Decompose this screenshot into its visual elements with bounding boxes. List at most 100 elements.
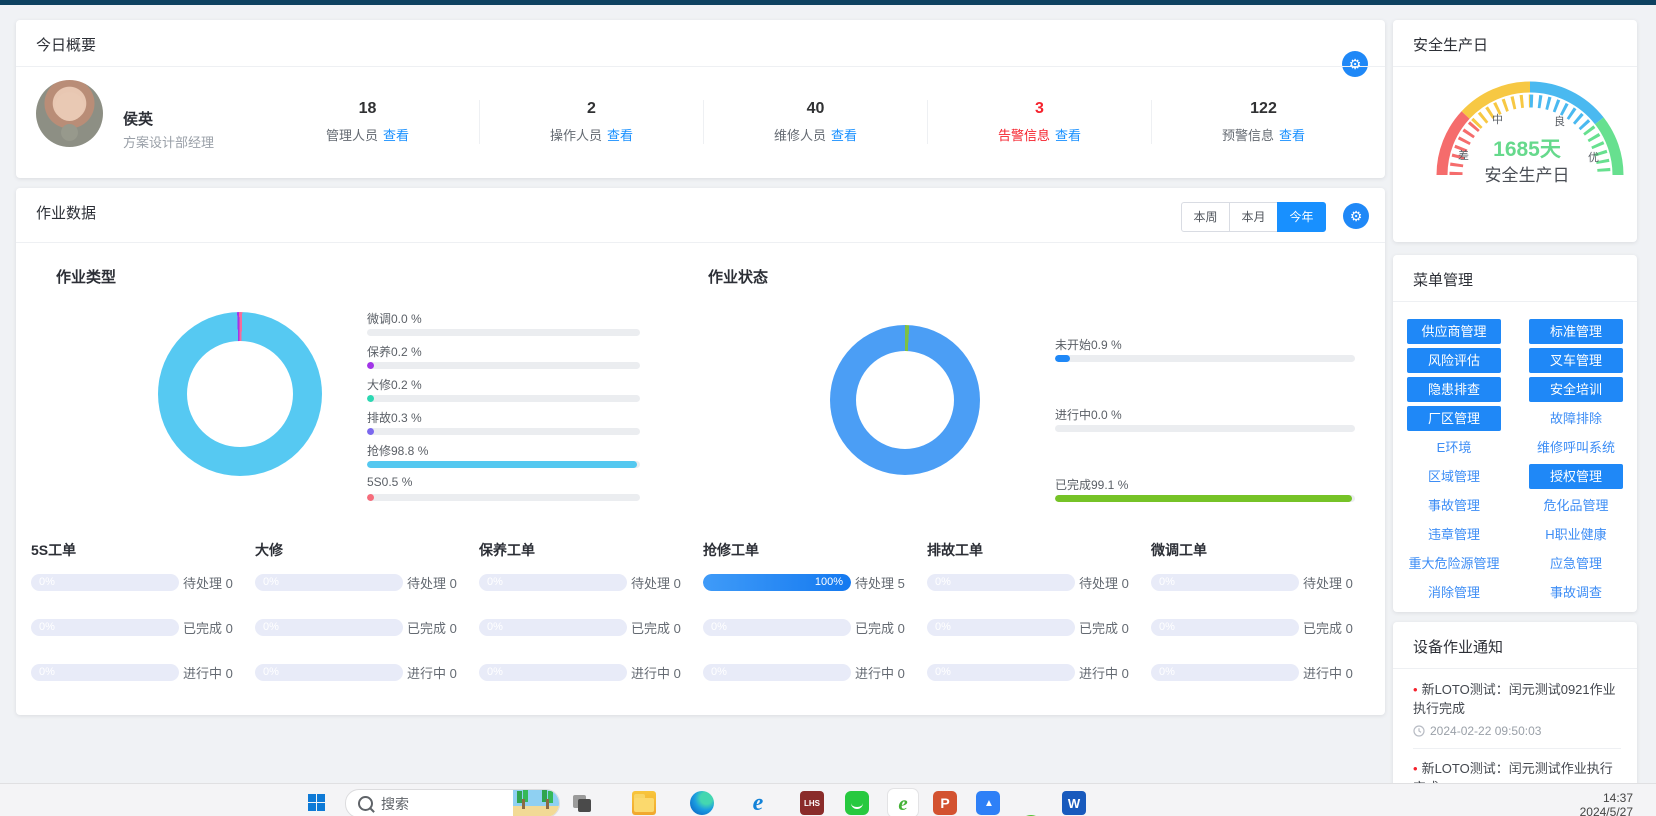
menu-button[interactable]: 事故调查 bbox=[1529, 580, 1623, 605]
work-order-row-label: 进行中 0 bbox=[1303, 663, 1353, 682]
lanhu-icon[interactable]: ▲ bbox=[976, 791, 1000, 815]
legend-bar bbox=[367, 395, 640, 402]
legend-bar bbox=[1055, 425, 1355, 432]
menu-grid: 供应商管理 标准管理风险评估 叉车管理隐患排查 安全培训厂区管理 故障排除 E环境 维修呼叫… bbox=[1393, 319, 1637, 605]
work-order-row-label: 待处理 0 bbox=[183, 573, 233, 592]
work-order-row: 100%待处理 5 bbox=[703, 574, 927, 591]
work-order-title: 保养工单 bbox=[479, 540, 703, 560]
work-order-title: 排故工单 bbox=[927, 540, 1151, 560]
menu-button[interactable]: 危化品管理 bbox=[1529, 493, 1623, 518]
progress-percent-label: 0% bbox=[39, 574, 55, 591]
taskbar-search-input[interactable]: 搜索 bbox=[345, 789, 560, 816]
work-data-card: 作业数据 本周 本月 今年 ⚙ 作业类型 作业状态 微调0.0 %保养0.2 %… bbox=[16, 188, 1385, 715]
menu-button[interactable]: 区域管理 bbox=[1407, 464, 1501, 489]
clock-date: 2024/5/27 bbox=[1580, 805, 1633, 816]
tab-this-year[interactable]: 今年 bbox=[1277, 202, 1326, 232]
360-browser-icon[interactable]: e bbox=[888, 789, 918, 816]
legend-bar-fill bbox=[367, 362, 374, 369]
progress-percent-label: 0% bbox=[711, 664, 727, 681]
divider bbox=[1393, 668, 1637, 669]
app-store-icon[interactable] bbox=[845, 791, 869, 815]
menu-button[interactable]: 违章管理 bbox=[1407, 522, 1501, 547]
view-link[interactable]: 查看 bbox=[1055, 128, 1081, 143]
legend-item: 微调0.0 % bbox=[367, 310, 640, 336]
today-overview-card: 今日概要 ⚙ 侯英 方案设计部经理 18 管理人员查看 2 操作人员查看 40 … bbox=[16, 20, 1385, 178]
legend-bar bbox=[367, 461, 640, 468]
work-order-row-label: 待处理 0 bbox=[1303, 573, 1353, 592]
divider bbox=[1413, 748, 1621, 749]
menu-button[interactable]: 厂区管理 bbox=[1407, 406, 1501, 431]
legend-label: 大修0.2 % bbox=[367, 376, 640, 391]
overview-title: 今日概要 bbox=[36, 34, 96, 55]
work-order-progressbar: 0% bbox=[1151, 574, 1299, 591]
tab-this-week[interactable]: 本周 bbox=[1181, 202, 1230, 232]
notice-item-text[interactable]: •新LOTO测试：闰元测试0921作业执行完成 bbox=[1413, 680, 1621, 718]
safety-gauge: 差 中 良 优 1685天 安全生产日 bbox=[1430, 75, 1630, 185]
menu-button[interactable]: H职业健康 bbox=[1529, 522, 1623, 547]
progress-percent-label: 0% bbox=[935, 619, 951, 636]
window-top-edge bbox=[0, 0, 1656, 5]
menu-button[interactable]: 重大危险源管理 bbox=[1407, 551, 1501, 576]
safety-days-value: 1685天 bbox=[1430, 133, 1624, 163]
menu-button[interactable]: 维修呼叫系统 bbox=[1529, 435, 1623, 460]
work-order-progressbar: 0% bbox=[927, 664, 1075, 681]
menu-button[interactable]: 叉车管理 bbox=[1529, 348, 1623, 373]
work-order-row: 0%已完成 0 bbox=[31, 619, 255, 636]
work-order-title: 5S工单 bbox=[31, 540, 255, 560]
gauge-scale-good: 良 bbox=[1554, 113, 1565, 129]
windows-start-icon[interactable] bbox=[308, 794, 325, 811]
legend-label: 5S0.5 % bbox=[367, 475, 640, 490]
menu-button[interactable]: 供应商管理 bbox=[1407, 319, 1501, 344]
legend-bar bbox=[367, 494, 640, 501]
powerpoint-icon[interactable]: P bbox=[933, 791, 957, 815]
notice-bullet-icon: • bbox=[1413, 761, 1418, 776]
edge-icon[interactable] bbox=[690, 791, 714, 815]
legend-bar-fill bbox=[1055, 495, 1352, 502]
work-order-progressbar: 0% bbox=[31, 664, 179, 681]
menu-button[interactable]: 安全培训 bbox=[1529, 377, 1623, 402]
stat-operators: 2 操作人员查看 bbox=[479, 100, 703, 144]
progress-percent-label: 0% bbox=[487, 619, 503, 636]
lhs-app-icon[interactable]: LHS bbox=[800, 791, 824, 815]
progress-percent-label: 0% bbox=[711, 619, 727, 636]
work-order-row: 0%已完成 0 bbox=[1151, 619, 1375, 636]
menu-button[interactable]: 消除管理 bbox=[1407, 580, 1501, 605]
legend-item: 排故0.3 % bbox=[367, 409, 640, 435]
work-order-row: 0%进行中 0 bbox=[255, 664, 479, 681]
view-link[interactable]: 查看 bbox=[1279, 128, 1305, 143]
divider bbox=[1393, 301, 1637, 302]
view-link[interactable]: 查看 bbox=[831, 128, 857, 143]
menu-button[interactable]: 授权管理 bbox=[1529, 464, 1623, 489]
work-order-row-label: 进行中 0 bbox=[407, 663, 457, 682]
progress-percent-label: 0% bbox=[1159, 619, 1175, 636]
work-order-progressbar: 0% bbox=[1151, 619, 1299, 636]
legend-item: 进行中0.0 % bbox=[1055, 406, 1355, 432]
work-order-row-label: 进行中 0 bbox=[631, 663, 681, 682]
stat-maintenance-staff: 40 维修人员查看 bbox=[703, 100, 927, 144]
work-data-settings-button[interactable]: ⚙ bbox=[1343, 203, 1369, 229]
tab-this-month[interactable]: 本月 bbox=[1229, 202, 1278, 232]
menu-button[interactable]: 标准管理 bbox=[1529, 319, 1623, 344]
word-icon[interactable]: W bbox=[1062, 791, 1086, 815]
legend-item: 未开始0.9 % bbox=[1055, 336, 1355, 362]
ie-browser-icon[interactable]: e bbox=[746, 791, 770, 815]
work-order-row: 0%进行中 0 bbox=[31, 664, 255, 681]
legend-bar bbox=[367, 428, 640, 435]
notice-bullet-icon: • bbox=[1413, 682, 1418, 697]
menu-button[interactable]: E环境 bbox=[1407, 435, 1501, 460]
view-link[interactable]: 查看 bbox=[383, 128, 409, 143]
work-order-row: 0%已完成 0 bbox=[479, 619, 703, 636]
menu-button[interactable]: 风险评估 bbox=[1407, 348, 1501, 373]
divider bbox=[16, 242, 1385, 243]
work-order-progressbar: 0% bbox=[479, 664, 627, 681]
menu-button[interactable]: 事故管理 bbox=[1407, 493, 1501, 518]
menu-button[interactable]: 隐患排查 bbox=[1407, 377, 1501, 402]
file-explorer-icon[interactable] bbox=[632, 791, 656, 815]
work-status-section-title: 作业状态 bbox=[708, 266, 768, 287]
work-order-card: 5S工单 0% 待处理 0 0%已完成 0 0%进行中 0 bbox=[31, 540, 255, 709]
view-link[interactable]: 查看 bbox=[607, 128, 633, 143]
taskbar-clock[interactable]: 14:37 2024/5/27 bbox=[1580, 791, 1633, 816]
task-view-icon[interactable] bbox=[570, 791, 594, 815]
menu-button[interactable]: 故障排除 bbox=[1529, 406, 1623, 431]
menu-button[interactable]: 应急管理 bbox=[1529, 551, 1623, 576]
